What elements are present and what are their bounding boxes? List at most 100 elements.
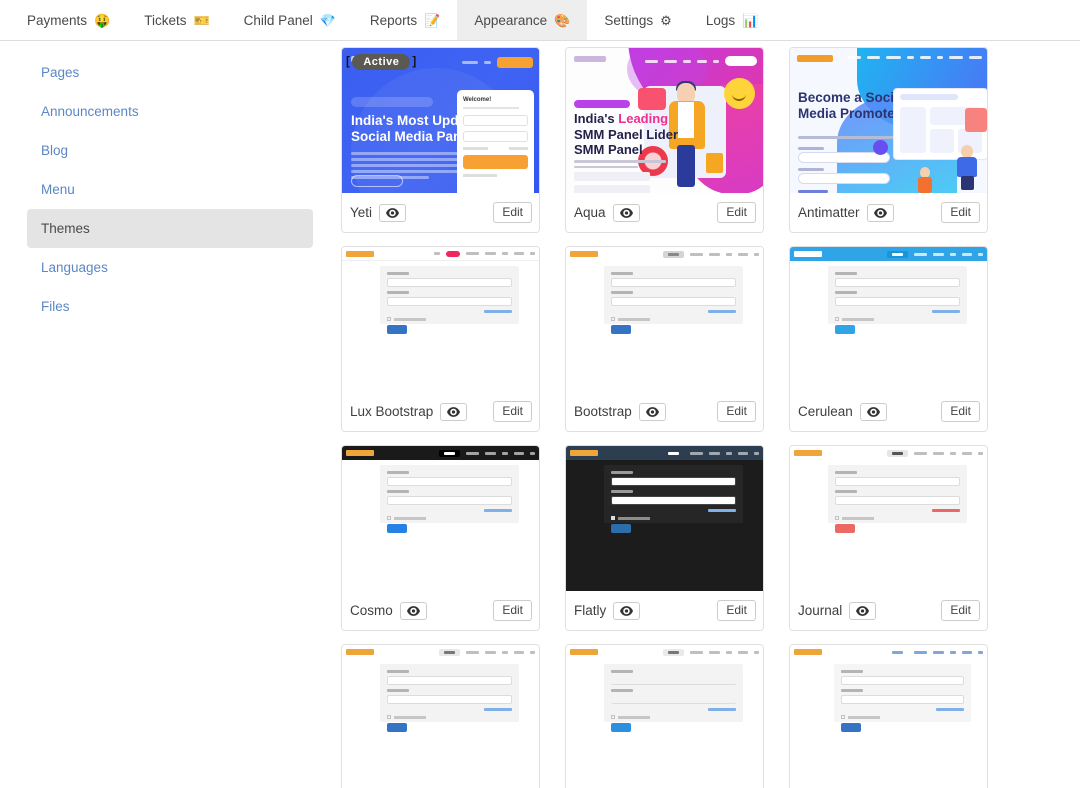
theme-card[interactable]: Paper Edit — [565, 644, 764, 788]
theme-card-footer: Antimatter Edit — [790, 193, 987, 232]
sidebar-item-pages[interactable]: Pages — [27, 53, 313, 92]
eye-icon — [645, 406, 659, 417]
theme-name: Antimatter — [798, 205, 860, 220]
edit-button[interactable]: Edit — [717, 201, 756, 224]
paper-preview-art — [566, 645, 763, 788]
nav-tab-label: Reports — [369, 12, 418, 28]
sidebar-item-menu[interactable]: Menu — [27, 170, 313, 209]
preview-button[interactable] — [612, 203, 640, 222]
theme-card[interactable]: Cosmo Edit — [341, 445, 540, 631]
theme-card[interactable]: Readable Edit — [789, 644, 988, 788]
theme-thumbnail-paper[interactable] — [566, 645, 763, 788]
sidebar-item-label: Themes — [41, 221, 90, 236]
sidebar-item-themes[interactable]: Themes — [27, 209, 313, 248]
gear-icon: ⚙ — [660, 12, 672, 28]
yeti-form-title: Welcome! — [463, 97, 492, 103]
antimatter-hero-art: Become a Social Media Promoter — [790, 48, 987, 193]
sidebar-item-label: Pages — [41, 65, 80, 80]
badge-bracket-left: [ — [346, 56, 351, 68]
lumen-preview-art — [342, 645, 539, 788]
theme-thumbnail-cerulean[interactable] — [790, 247, 987, 392]
theme-thumbnail-antimatter[interactable]: Become a Social Media Promoter — [790, 48, 987, 193]
sidebar-item-languages[interactable]: Languages — [27, 248, 313, 287]
edit-button[interactable]: Edit — [941, 400, 980, 423]
theme-thumbnail-lux[interactable] — [342, 247, 539, 392]
theme-card-footer: Bootstrap Edit — [566, 392, 763, 431]
theme-card-footer: Aqua Edit — [566, 193, 763, 232]
nav-tab-label: Settings — [604, 12, 654, 28]
eye-icon — [406, 605, 420, 616]
preview-button[interactable] — [859, 402, 887, 421]
preview-button[interactable] — [849, 601, 877, 620]
edit-button[interactable]: Edit — [493, 400, 532, 423]
preview-button[interactable] — [440, 402, 468, 421]
preview-button[interactable] — [638, 402, 666, 421]
preview-button[interactable] — [399, 601, 427, 620]
theme-card[interactable]: [ Active ] India's Most Updated Social M… — [341, 47, 540, 233]
readable-preview-art — [790, 645, 987, 788]
preview-button[interactable] — [613, 601, 641, 620]
nav-tab-settings[interactable]: Settings ⚙ — [587, 0, 688, 40]
preview-button[interactable] — [866, 203, 894, 222]
page-body: Pages Announcements Blog Menu Themes Lan… — [0, 41, 1080, 788]
theme-thumbnail-cosmo[interactable] — [342, 446, 539, 591]
theme-thumbnail-aqua[interactable]: India's Leading SMM Panel Lider SMM Pane… — [566, 48, 763, 193]
preview-button[interactable] — [379, 203, 407, 222]
theme-thumbnail-readable[interactable] — [790, 645, 987, 788]
theme-thumbnail-journal[interactable] — [790, 446, 987, 591]
theme-name: Yeti — [350, 205, 373, 220]
theme-thumbnail-bootstrap[interactable] — [566, 247, 763, 392]
theme-card-footer: Yeti Edit — [342, 193, 539, 232]
theme-card[interactable]: Become a Social Media Promoter Antimatte… — [789, 47, 988, 233]
antimatter-hero-title: Become a Social Media Promoter — [798, 90, 906, 122]
theme-name: Flatly — [574, 603, 607, 618]
theme-thumbnail-yeti[interactable]: [ Active ] India's Most Updated Social M… — [342, 48, 539, 193]
theme-card[interactable]: Bootstrap Edit — [565, 246, 764, 432]
edit-button[interactable]: Edit — [493, 201, 532, 224]
nav-tab-child-panel[interactable]: Child Panel 💎 — [227, 0, 353, 40]
edit-button[interactable]: Edit — [493, 599, 532, 622]
cosmo-preview-art — [342, 446, 539, 591]
nav-tab-payments[interactable]: Payments 🤑 — [10, 0, 127, 40]
yeti-login-form: Welcome! — [457, 90, 534, 193]
edit-button[interactable]: Edit — [717, 599, 756, 622]
sidebar-item-label: Announcements — [41, 104, 139, 119]
edit-button[interactable]: Edit — [941, 201, 980, 224]
gem-icon: 💎 — [319, 12, 336, 28]
eye-icon — [619, 207, 633, 218]
theme-card-footer: Cerulean Edit — [790, 392, 987, 431]
theme-card[interactable]: India's Leading SMM Panel Lider SMM Pane… — [565, 47, 764, 233]
theme-thumbnail-lumen[interactable] — [342, 645, 539, 788]
theme-card[interactable]: Flatly Edit — [565, 445, 764, 631]
flatly-preview-art — [566, 446, 763, 591]
journal-preview-art — [790, 446, 987, 591]
money-face-icon: 🤑 — [94, 12, 111, 28]
theme-name: Cosmo — [350, 603, 393, 618]
aqua-hero-title: India's Leading SMM Panel Lider SMM Pane… — [574, 111, 679, 158]
theme-card[interactable]: Lux Bootstrap Edit — [341, 246, 540, 432]
nav-tab-tickets[interactable]: Tickets 🎫 — [127, 0, 226, 40]
theme-thumbnail-flatly[interactable] — [566, 446, 763, 591]
theme-card-footer: Cosmo Edit — [342, 591, 539, 630]
appearance-sidebar: Pages Announcements Blog Menu Themes Lan… — [0, 41, 340, 788]
theme-card[interactable]: Journal Edit — [789, 445, 988, 631]
theme-name: Lux Bootstrap — [350, 404, 434, 419]
edit-button[interactable]: Edit — [941, 599, 980, 622]
status-badge: [ Active ] — [346, 54, 417, 70]
cerulean-preview-art — [790, 247, 987, 392]
nav-tab-logs[interactable]: Logs 📊 — [689, 0, 775, 40]
theme-name: Bootstrap — [574, 404, 632, 419]
theme-card[interactable]: Cerulean Edit — [789, 246, 988, 432]
sidebar-item-announcements[interactable]: Announcements — [27, 92, 313, 131]
top-navigation-bar: Payments 🤑 Tickets 🎫 Child Panel 💎 Repor… — [0, 0, 1080, 41]
nav-tab-reports[interactable]: Reports 📝 — [353, 0, 457, 40]
themes-grid: [ Active ] India's Most Updated Social M… — [340, 47, 1080, 788]
sidebar-item-blog[interactable]: Blog — [27, 131, 313, 170]
yeti-nav — [462, 57, 533, 68]
theme-card[interactable]: Lumen Edit — [341, 644, 540, 788]
sidebar-item-files[interactable]: Files — [27, 287, 313, 326]
nav-tab-label: Payments — [27, 12, 88, 28]
badge-bracket-right: ] — [412, 56, 417, 68]
nav-tab-appearance[interactable]: Appearance 🎨 — [457, 0, 588, 40]
edit-button[interactable]: Edit — [717, 400, 756, 423]
